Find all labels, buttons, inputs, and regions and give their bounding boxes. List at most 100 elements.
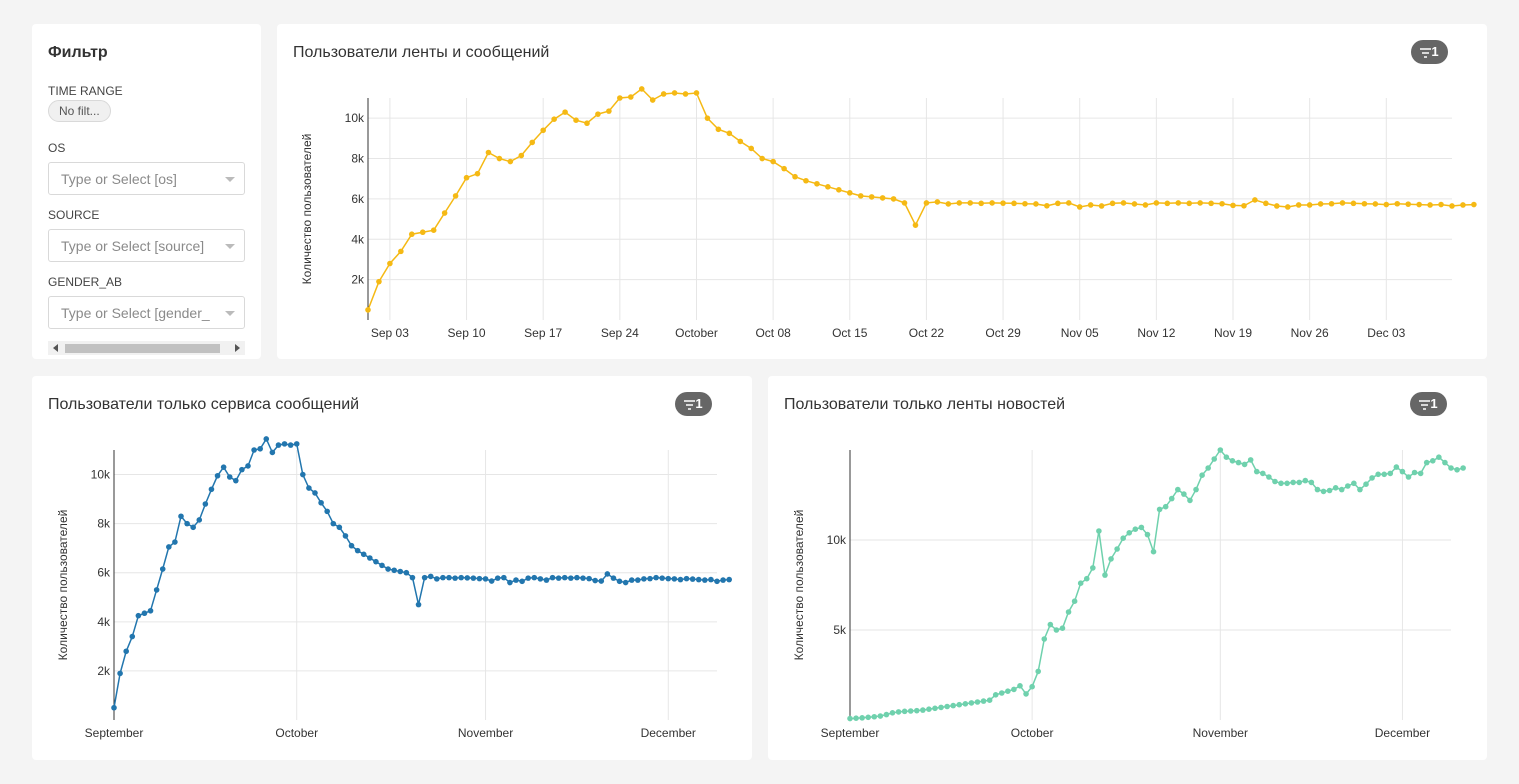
data-point[interactable] (1108, 556, 1114, 562)
data-point[interactable] (871, 713, 878, 720)
data-point[interactable] (281, 441, 288, 447)
data-point[interactable] (1029, 683, 1035, 690)
data-point[interactable] (419, 229, 426, 236)
data-point[interactable] (367, 555, 373, 561)
data-point[interactable] (1308, 479, 1315, 486)
data-point[interactable] (1208, 200, 1214, 207)
data-point[interactable] (1266, 474, 1272, 480)
data-point[interactable] (998, 690, 1005, 696)
data-point[interactable] (1168, 495, 1175, 502)
data-point[interactable] (318, 499, 324, 506)
data-point[interactable] (519, 578, 525, 585)
data-point[interactable] (1023, 691, 1029, 697)
data-point[interactable] (622, 579, 629, 586)
data-point[interactable] (665, 575, 672, 582)
data-point[interactable] (1211, 456, 1218, 462)
data-point[interactable] (726, 576, 732, 583)
data-point[interactable] (967, 200, 974, 206)
data-point[interactable] (1044, 202, 1050, 209)
data-point[interactable] (1317, 201, 1324, 207)
data-point[interactable] (895, 709, 902, 715)
data-point[interactable] (938, 704, 944, 711)
data-point[interactable] (306, 485, 312, 491)
data-point[interactable] (1460, 202, 1466, 208)
data-point[interactable] (962, 701, 969, 707)
data-point[interactable] (1011, 686, 1017, 693)
data-point[interactable] (1193, 486, 1199, 493)
data-point[interactable] (1017, 683, 1023, 689)
data-point[interactable] (1142, 202, 1149, 208)
data-point[interactable] (513, 577, 519, 583)
data-point[interactable] (857, 193, 864, 199)
data-point[interactable] (488, 578, 495, 584)
data-point[interactable] (1272, 478, 1278, 485)
data-point[interactable] (1405, 201, 1412, 207)
data-point[interactable] (968, 700, 975, 706)
data-point[interactable] (464, 575, 471, 581)
data-point[interactable] (537, 576, 544, 582)
data-point[interactable] (1411, 469, 1418, 476)
data-point[interactable] (1306, 202, 1313, 208)
data-point[interactable] (647, 575, 653, 582)
data-point[interactable] (518, 152, 525, 159)
data-point[interactable] (1454, 467, 1460, 473)
data-point[interactable] (1131, 201, 1138, 207)
data-point[interactable] (184, 520, 190, 527)
data-point[interactable] (592, 577, 598, 584)
data-point[interactable] (129, 633, 136, 640)
data-point[interactable] (580, 575, 586, 581)
data-point[interactable] (1247, 457, 1254, 463)
data-point[interactable] (482, 576, 489, 582)
data-point[interactable] (543, 577, 550, 583)
data-point[interactable] (245, 463, 251, 469)
data-point[interactable] (781, 165, 787, 172)
data-point[interactable] (1339, 200, 1346, 206)
data-point[interactable] (202, 501, 209, 507)
data-point[interactable] (945, 201, 952, 207)
scroll-left-icon[interactable] (53, 344, 58, 352)
data-point[interactable] (172, 539, 178, 545)
data-point[interactable] (950, 702, 957, 709)
data-point[interactable] (1260, 470, 1266, 477)
data-point[interactable] (1471, 201, 1477, 208)
data-point[interactable] (397, 568, 404, 575)
data-point[interactable] (166, 544, 172, 550)
data-point[interactable] (1241, 202, 1247, 209)
data-point[interactable] (474, 170, 481, 177)
data-point[interactable] (1083, 575, 1090, 582)
data-point[interactable] (1423, 459, 1430, 466)
data-point[interactable] (1153, 200, 1160, 206)
data-point[interactable] (682, 91, 689, 97)
data-point[interactable] (1427, 202, 1433, 208)
data-point[interactable] (586, 575, 592, 582)
data-point[interactable] (1120, 535, 1126, 541)
data-point[interactable] (1253, 468, 1260, 475)
data-point[interactable] (147, 607, 154, 614)
data-point[interactable] (770, 158, 776, 165)
data-point[interactable] (1375, 471, 1381, 478)
data-point[interactable] (1219, 200, 1225, 207)
data-point[interactable] (1417, 470, 1424, 477)
data-point[interactable] (507, 158, 514, 165)
data-point[interactable] (759, 155, 765, 162)
data-point[interactable] (1361, 200, 1368, 207)
scroll-right-icon[interactable] (235, 344, 240, 352)
data-point[interactable] (529, 139, 536, 146)
data-point[interactable] (312, 490, 318, 496)
data-point[interactable] (1351, 480, 1357, 487)
data-point[interactable] (220, 464, 227, 470)
data-point[interactable] (269, 449, 276, 456)
data-point[interactable] (708, 576, 714, 583)
data-point[interactable] (704, 115, 711, 121)
data-point[interactable] (659, 575, 665, 581)
data-point[interactable] (1332, 485, 1339, 491)
data-point[interactable] (1156, 506, 1163, 513)
data-point[interactable] (540, 127, 546, 134)
data-point[interactable] (1393, 464, 1400, 470)
data-point[interactable] (159, 566, 166, 572)
data-point[interactable] (877, 713, 884, 719)
data-point[interactable] (635, 577, 641, 583)
data-point[interactable] (257, 445, 263, 452)
data-point[interactable] (1252, 197, 1258, 203)
data-point[interactable] (1217, 447, 1224, 453)
